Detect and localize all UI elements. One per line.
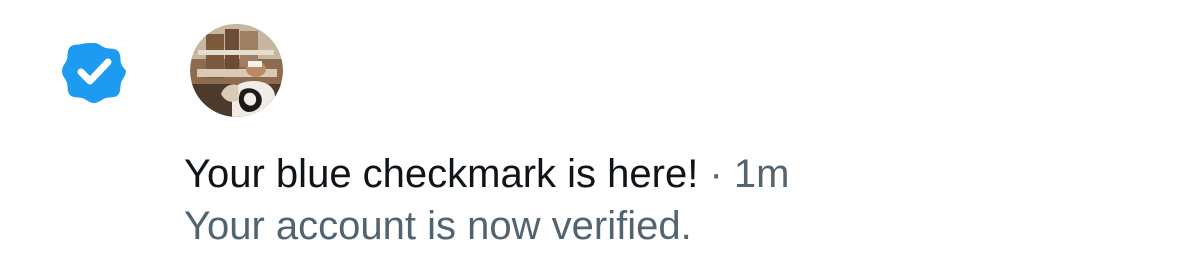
notification-item[interactable]: Your blue checkmark is here! · 1m Your a… (0, 0, 1179, 268)
time-separator: · (709, 152, 723, 196)
verified-badge-icon (62, 39, 126, 103)
notification-title-line: Your blue checkmark is here! · 1m (184, 148, 1164, 200)
notification-title: Your blue checkmark is here! (184, 152, 699, 196)
avatar[interactable] (190, 24, 283, 117)
notification-time: 1m (733, 152, 790, 196)
notification-text: Your blue checkmark is here! · 1m Your a… (184, 148, 1164, 252)
notification-subtitle: Your account is now verified. (184, 204, 692, 248)
